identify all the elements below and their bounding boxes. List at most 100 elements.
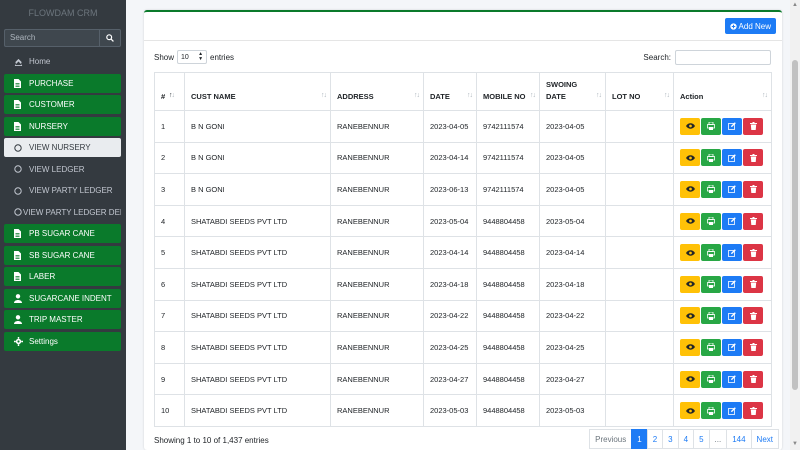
sidebar-item-trip-master[interactable]: TRIP MASTER bbox=[4, 310, 121, 329]
delete-button[interactable] bbox=[743, 212, 763, 230]
print-button[interactable] bbox=[701, 307, 721, 325]
brand-logo[interactable]: FLOWDAM CRM bbox=[0, 0, 126, 26]
column-header-label: CUST NAME bbox=[191, 92, 236, 101]
previous-page-button[interactable]: Previous bbox=[589, 429, 633, 449]
view-button[interactable] bbox=[680, 244, 700, 262]
row-actions bbox=[680, 180, 765, 198]
sidebar-item-home[interactable]: Home bbox=[4, 52, 121, 71]
edit-button[interactable] bbox=[722, 180, 742, 198]
print-button[interactable] bbox=[701, 149, 721, 167]
sidebar-item-pb-sugar-cane[interactable]: PB SUGAR CANE bbox=[4, 224, 121, 243]
column-header-cust-name[interactable]: CUST NAME ↑↓ bbox=[184, 72, 331, 111]
delete-button[interactable] bbox=[743, 117, 763, 135]
view-button[interactable] bbox=[680, 370, 700, 388]
print-button[interactable] bbox=[701, 212, 721, 230]
delete-button[interactable] bbox=[743, 402, 763, 420]
edit-icon bbox=[728, 217, 736, 225]
sidebar-item-view-nursery[interactable]: VIEW NURSERY bbox=[4, 138, 121, 157]
delete-button[interactable] bbox=[743, 338, 763, 356]
scroll-thumb[interactable] bbox=[792, 60, 798, 390]
edit-button[interactable] bbox=[722, 244, 742, 262]
edit-button[interactable] bbox=[722, 149, 742, 167]
sidebar-item-settings[interactable]: Settings bbox=[4, 331, 121, 351]
view-button[interactable] bbox=[680, 117, 700, 135]
edit-button[interactable] bbox=[722, 212, 742, 230]
print-button[interactable] bbox=[701, 244, 721, 262]
cell-sowing: 2023-04-27 bbox=[539, 362, 606, 396]
sidebar-item-laber[interactable]: LABER bbox=[4, 267, 121, 286]
search-icon bbox=[106, 34, 114, 42]
column-header-lot-no[interactable]: LOT NO ↑↓ bbox=[605, 72, 674, 111]
sidebar-item-view-party-ledger-dele[interactable]: VIEW PARTY LEDGER DELE bbox=[4, 203, 121, 222]
page-button-4[interactable]: 4 bbox=[677, 429, 695, 449]
sort-icon: ↑↓ bbox=[664, 92, 670, 99]
delete-button[interactable] bbox=[743, 180, 763, 198]
sidebar-item-customer[interactable]: CUSTOMER bbox=[4, 95, 121, 114]
column-header-number[interactable]: # ↑↓ bbox=[154, 72, 185, 111]
edit-icon bbox=[728, 343, 736, 352]
cell-name: B N GONI bbox=[184, 110, 331, 143]
circle-icon bbox=[14, 186, 28, 195]
delete-button[interactable] bbox=[743, 370, 763, 388]
column-header-mobile-no[interactable]: MOBILE NO ↑↓ bbox=[476, 72, 540, 111]
column-header-label: ADDRESS bbox=[337, 92, 374, 101]
delete-button[interactable] bbox=[743, 244, 763, 262]
edit-button[interactable] bbox=[722, 370, 742, 388]
view-button[interactable] bbox=[680, 402, 700, 420]
sidebar-item-view-party-ledger[interactable]: VIEW PARTY LEDGER bbox=[4, 181, 121, 200]
edit-button[interactable] bbox=[722, 307, 742, 325]
view-button[interactable] bbox=[680, 338, 700, 356]
table-search-input[interactable] bbox=[675, 49, 771, 65]
edit-button[interactable] bbox=[722, 402, 742, 420]
sidebar-item-view-ledger[interactable]: VIEW LEDGER bbox=[4, 160, 121, 179]
column-header-action[interactable]: Action ↑↓ bbox=[673, 72, 772, 111]
view-button[interactable] bbox=[680, 275, 700, 293]
view-button[interactable] bbox=[680, 180, 700, 198]
edit-button[interactable] bbox=[722, 117, 742, 135]
print-button[interactable] bbox=[701, 370, 721, 388]
scroll-down-icon[interactable]: ▼ bbox=[792, 441, 798, 447]
entries-value: 10 bbox=[181, 53, 189, 61]
sidebar-item-sugarcane-indent[interactable]: SUGARCANE INDENT bbox=[4, 288, 121, 308]
print-button[interactable] bbox=[701, 338, 721, 356]
next-page-button[interactable]: Next bbox=[750, 429, 779, 449]
edit-button[interactable] bbox=[722, 275, 742, 293]
view-button[interactable] bbox=[680, 212, 700, 230]
sidebar-search-button[interactable] bbox=[99, 29, 121, 47]
column-header-date[interactable]: DATE ↑↓ bbox=[423, 72, 477, 111]
cell-sowing: 2023-05-04 bbox=[539, 204, 606, 238]
print-button[interactable] bbox=[701, 275, 721, 293]
scroll-up-icon[interactable]: ▲ bbox=[792, 2, 798, 8]
sidebar-item-purchase[interactable]: PURCHASE bbox=[4, 73, 121, 93]
cell-actions bbox=[673, 173, 772, 206]
cell-lot bbox=[605, 299, 674, 333]
file-icon bbox=[14, 229, 28, 238]
cell-name: SHATABDI SEEDS PVT LTD bbox=[184, 394, 331, 427]
sidebar-item-nursery[interactable]: NURSERY bbox=[4, 116, 121, 136]
add-new-button[interactable]: Add New bbox=[724, 18, 776, 34]
page-scrollbar[interactable]: ▲ ▼ bbox=[790, 0, 800, 450]
delete-button[interactable] bbox=[743, 275, 763, 293]
delete-button[interactable] bbox=[743, 307, 763, 325]
page-button-144[interactable]: 144 bbox=[726, 429, 752, 449]
cell-sowing: 2023-04-25 bbox=[539, 331, 606, 364]
page-button-2[interactable]: 2 bbox=[646, 429, 664, 449]
page-button-3[interactable]: 3 bbox=[662, 429, 679, 449]
print-button[interactable] bbox=[701, 117, 721, 135]
column-header-swoing-date[interactable]: SWOING DATE ↑↓ bbox=[539, 72, 606, 111]
print-button[interactable] bbox=[701, 402, 721, 420]
view-button[interactable] bbox=[680, 307, 700, 325]
trash-icon bbox=[749, 343, 757, 352]
view-button[interactable] bbox=[680, 149, 700, 167]
trash-icon bbox=[749, 217, 757, 226]
entries-select[interactable]: 10 ▲ ▼ bbox=[177, 50, 208, 64]
edit-button[interactable] bbox=[722, 338, 742, 356]
page-button-1[interactable]: 1 bbox=[631, 429, 648, 449]
table-row: 5 SHATABDI SEEDS PVT LTD RANEBENNUR 2023-04… bbox=[154, 236, 772, 269]
column-header-address[interactable]: ADDRESS ↑↓ bbox=[330, 72, 424, 111]
sidebar-item-sb-sugar-cane[interactable]: SB SUGAR CANE bbox=[4, 245, 121, 265]
page-button-5[interactable]: 5 bbox=[693, 429, 710, 449]
print-button[interactable] bbox=[701, 180, 721, 198]
sidebar-search-input[interactable]: Search bbox=[4, 29, 99, 47]
delete-button[interactable] bbox=[743, 149, 763, 167]
